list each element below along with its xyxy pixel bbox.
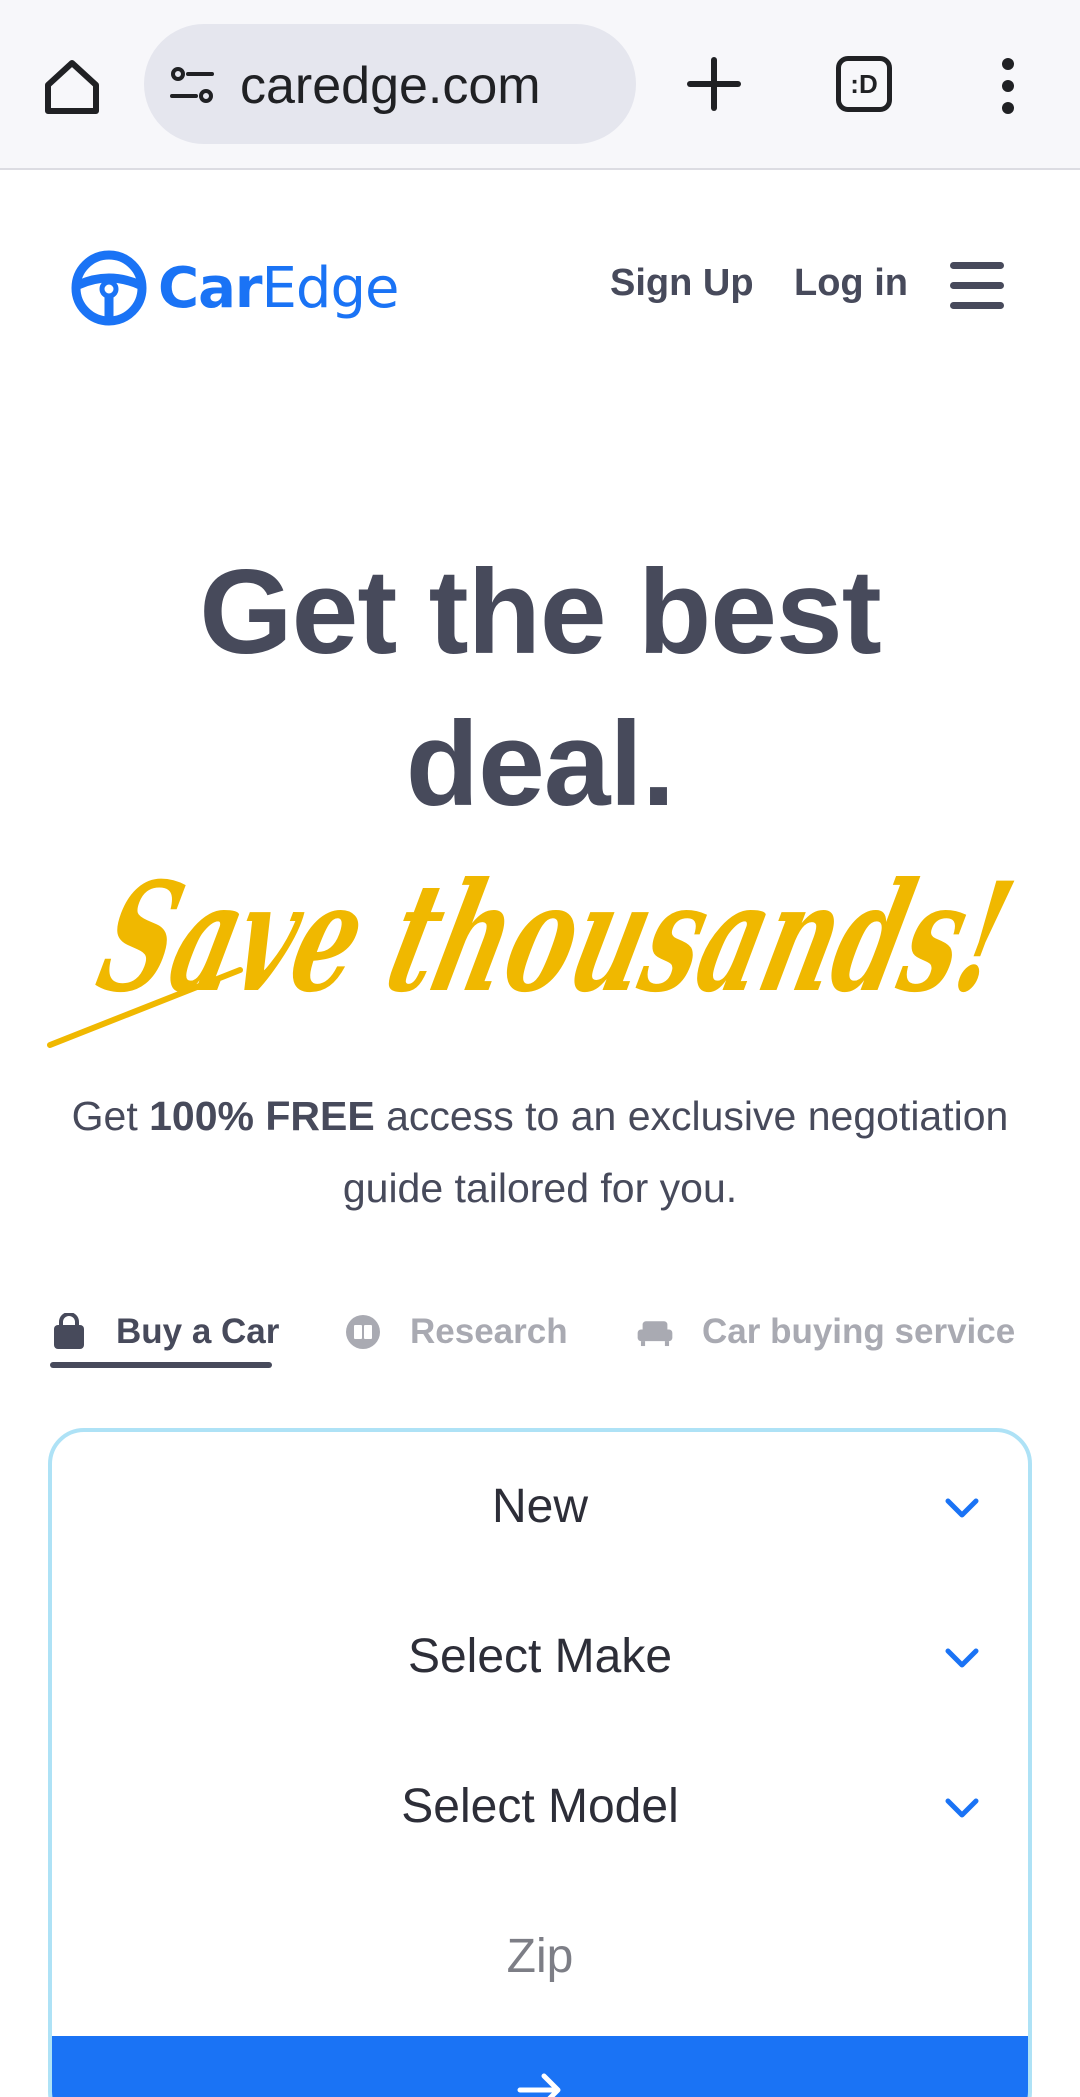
arrow-right-icon — [517, 2073, 561, 2097]
chevron-down-icon — [945, 1648, 979, 1668]
address-bar[interactable]: caredge.com — [144, 24, 636, 144]
url-text[interactable]: caredge.com — [240, 56, 541, 116]
new-tab-icon[interactable] — [686, 56, 742, 112]
tab-buy-label: Buy a Car — [116, 1312, 280, 1351]
condition-select[interactable]: New — [52, 1432, 1028, 1582]
steering-wheel-icon — [71, 250, 147, 326]
subtitle-bold: 100% FREE — [149, 1093, 375, 1139]
tab-car-buying-service[interactable]: Car buying service — [636, 1302, 1015, 1362]
script-text: Save thousands! — [84, 849, 1028, 1025]
car-search-form: New Select Make Select Model — [48, 1428, 1032, 2097]
tab-switcher-button[interactable]: :D — [836, 56, 892, 112]
log-in-link[interactable]: Log in — [794, 262, 908, 305]
active-tab-indicator — [50, 1362, 272, 1368]
tab-research[interactable]: Research — [344, 1302, 568, 1362]
logo-car: Car — [158, 255, 263, 321]
subtitle-post: access to an exclusive negotiation guide… — [342, 1093, 1009, 1211]
caredge-logo[interactable]: CarEdge — [70, 248, 410, 328]
make-select[interactable]: Select Make — [52, 1582, 1028, 1732]
search-submit-button[interactable] — [52, 2036, 1028, 2097]
tab-buy-a-car[interactable]: Buy a Car — [50, 1302, 279, 1362]
model-value: Select Model — [401, 1780, 679, 1833]
more-menu-icon[interactable] — [992, 56, 1024, 116]
book-icon — [346, 1315, 380, 1349]
tab-research-label: Research — [410, 1312, 568, 1351]
tab-switcher-label: :D — [850, 68, 878, 99]
model-select[interactable]: Select Model — [52, 1732, 1028, 1882]
hero-subtitle: Get 100% FREE access to an exclusive neg… — [60, 1080, 1020, 1224]
chevron-down-icon — [945, 1798, 979, 1818]
make-value: Select Make — [407, 1630, 673, 1683]
shopping-bag-icon — [54, 1313, 84, 1349]
couch-icon — [637, 1321, 673, 1347]
zip-input[interactable] — [52, 1882, 1028, 2032]
hero-title: Get the best deal. — [0, 536, 1080, 840]
chevron-down-icon — [945, 1498, 979, 1518]
condition-value: New — [491, 1480, 589, 1533]
browser-toolbar: caredge.com :D — [0, 0, 1080, 170]
home-icon[interactable] — [40, 55, 104, 119]
hero-title-line2: deal. — [405, 697, 675, 831]
subtitle-pre: Get — [71, 1093, 150, 1139]
save-thousands-script: Save thousands! — [47, 849, 1028, 1048]
sign-up-link[interactable]: Sign Up — [610, 262, 754, 305]
menu-icon[interactable] — [950, 262, 1004, 310]
hero-title-line1: Get the best — [199, 545, 881, 679]
site-settings-icon[interactable] — [168, 62, 216, 110]
logo-wordmark: CarEdge — [158, 255, 400, 321]
logo-edge: Edge — [261, 255, 400, 321]
tab-service-label: Car buying service — [702, 1312, 1016, 1351]
